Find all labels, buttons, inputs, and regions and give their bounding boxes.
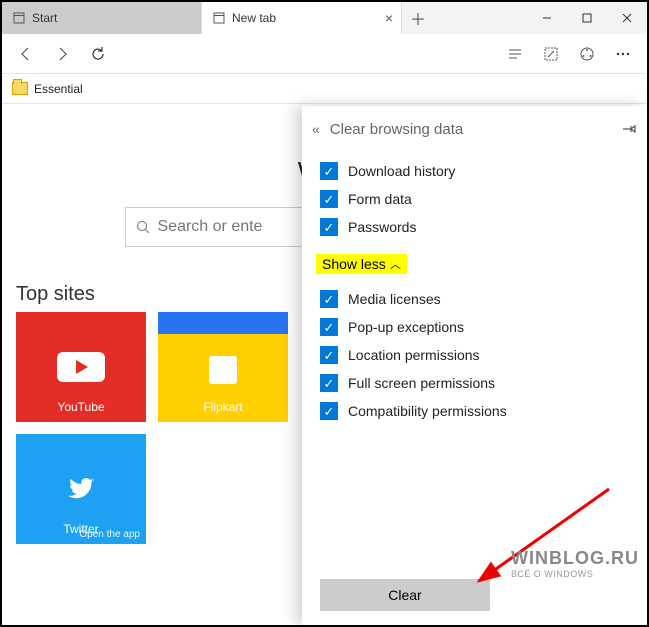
back-icon[interactable]: « xyxy=(312,121,320,137)
clear-button-label: Clear xyxy=(388,587,421,603)
tile-youtube[interactable]: YouTube xyxy=(16,312,146,422)
clear-button[interactable]: Clear xyxy=(320,579,490,611)
tile-twitter[interactable]: Twitter Open the app xyxy=(16,434,146,544)
checkbox-label: Media licenses xyxy=(348,291,441,307)
tab-strip: Start New tab × ＋ xyxy=(2,2,647,34)
folder-icon xyxy=(12,82,28,95)
checkbox-passwords[interactable]: ✓ Passwords xyxy=(320,218,629,236)
show-less-toggle[interactable]: Show less ︿ xyxy=(316,254,407,274)
checkmark-icon: ✓ xyxy=(320,402,338,420)
tab-label: New tab xyxy=(232,11,276,25)
tile-flipkart[interactable]: Flipkart xyxy=(158,312,288,422)
bag-icon xyxy=(209,356,237,384)
chevron-up-icon: ︿ xyxy=(390,256,401,272)
browser-window: Start New tab × ＋ Essential Whe xyxy=(0,0,649,627)
favorites-item[interactable]: Essential xyxy=(34,82,83,96)
search-placeholder: Search or ente xyxy=(158,218,263,236)
checkmark-icon: ✓ xyxy=(320,190,338,208)
panel-footer: Clear xyxy=(302,565,647,625)
checkbox-label: Pop-up exceptions xyxy=(348,319,464,335)
show-less-label: Show less xyxy=(322,256,386,272)
checkmark-icon: ✓ xyxy=(320,162,338,180)
checkbox-label: Compatibility permissions xyxy=(348,403,507,419)
checkbox-label: Download history xyxy=(348,163,455,179)
page-icon xyxy=(212,12,226,24)
panel-body: ✓Download history ✓Form data ✓Passwords … xyxy=(302,152,647,565)
maximize-button[interactable] xyxy=(567,2,607,34)
checkbox-label: Full screen permissions xyxy=(348,375,495,391)
twitter-icon xyxy=(68,478,94,500)
checkmark-icon: ✓ xyxy=(320,374,338,392)
tile-label: YouTube xyxy=(57,400,104,414)
tab-label: Start xyxy=(32,11,57,25)
panel-title: Clear browsing data xyxy=(330,121,463,138)
forward-button[interactable] xyxy=(44,36,80,72)
youtube-icon xyxy=(57,352,105,382)
favorites-bar: Essential xyxy=(2,74,647,104)
checkbox-fullscreen-permissions[interactable]: ✓ Full screen permissions xyxy=(320,374,629,392)
checkbox-form-data[interactable]: ✓ Form data xyxy=(320,190,629,208)
checkmark-icon: ✓ xyxy=(320,318,338,336)
checkbox-media-licenses[interactable]: ✓ Media licenses xyxy=(320,290,629,308)
checkbox-compatibility-permissions[interactable]: ✓ Compatibility permissions xyxy=(320,402,629,420)
checkmark-icon: ✓ xyxy=(320,290,338,308)
checkbox-location-permissions[interactable]: ✓ Location permissions xyxy=(320,346,629,364)
reading-view-button[interactable] xyxy=(497,36,533,72)
window-controls xyxy=(527,2,647,34)
close-window-button[interactable] xyxy=(607,2,647,34)
page-icon xyxy=(12,12,26,24)
new-tab-button[interactable]: ＋ xyxy=(402,2,434,34)
clear-browsing-data-panel: « Clear browsing data ✓Download history … xyxy=(302,106,647,625)
search-icon xyxy=(136,220,150,234)
checkbox-label: Form data xyxy=(348,191,412,207)
tile-sublabel: Open the app xyxy=(79,529,140,540)
close-icon[interactable]: × xyxy=(385,10,393,26)
checkbox-label: Location permissions xyxy=(348,347,480,363)
more-button[interactable] xyxy=(605,36,641,72)
checkbox-popup-exceptions[interactable]: ✓ Pop-up exceptions xyxy=(320,318,629,336)
checkmark-icon: ✓ xyxy=(320,346,338,364)
panel-header: « Clear browsing data xyxy=(302,106,647,152)
checkmark-icon: ✓ xyxy=(320,218,338,236)
tab-newtab[interactable]: New tab × xyxy=(202,2,402,34)
share-button[interactable] xyxy=(569,36,605,72)
toolbar xyxy=(2,34,647,74)
minimize-button[interactable] xyxy=(527,2,567,34)
tile-label: Flipkart xyxy=(203,400,242,414)
pin-icon[interactable] xyxy=(621,122,637,136)
notes-button[interactable] xyxy=(533,36,569,72)
checkbox-download-history[interactable]: ✓ Download history xyxy=(320,162,629,180)
checkbox-label: Passwords xyxy=(348,219,416,235)
tab-start[interactable]: Start xyxy=(2,2,202,34)
refresh-button[interactable] xyxy=(80,36,116,72)
back-button[interactable] xyxy=(8,36,44,72)
